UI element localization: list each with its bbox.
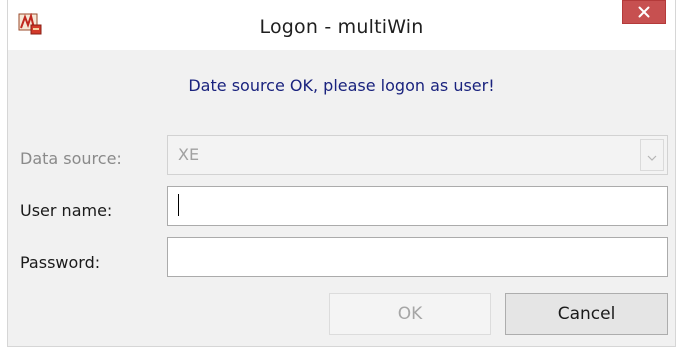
password-input[interactable] xyxy=(168,238,667,276)
logon-dialog: Logon - multiWin Date source OK, please … xyxy=(7,0,676,347)
user-name-field[interactable] xyxy=(167,186,668,226)
data-source-dropdown-button[interactable] xyxy=(640,139,664,171)
title-bar[interactable]: Logon - multiWin xyxy=(8,0,675,50)
chevron-down-icon xyxy=(647,146,657,165)
text-caret xyxy=(178,194,179,216)
cancel-button[interactable]: Cancel xyxy=(505,293,668,335)
user-name-label: User name: xyxy=(20,201,113,220)
user-name-input[interactable] xyxy=(168,187,667,225)
password-field[interactable] xyxy=(167,237,668,277)
data-source-label: Data source: xyxy=(20,149,122,168)
password-label: Password: xyxy=(20,253,101,272)
ok-button[interactable]: OK xyxy=(329,293,491,335)
data-source-value: XE xyxy=(178,145,200,164)
window-title: Logon - multiWin xyxy=(259,16,424,38)
close-icon xyxy=(638,6,650,18)
data-source-select[interactable]: XE xyxy=(167,135,668,175)
close-button[interactable] xyxy=(622,0,666,24)
dialog-body: Date source OK, please logon as user! Da… xyxy=(8,50,675,346)
status-message: Date source OK, please logon as user! xyxy=(188,76,495,95)
